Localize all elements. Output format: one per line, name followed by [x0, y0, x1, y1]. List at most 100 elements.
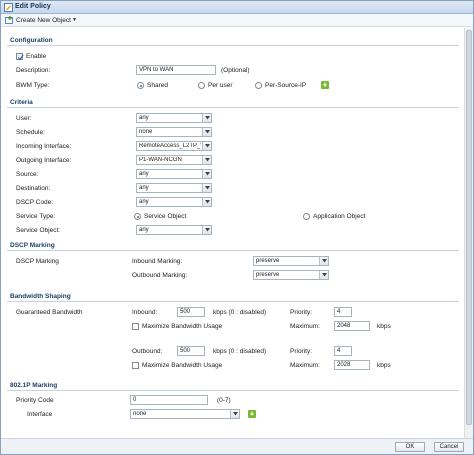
section-criteria-title: Criteria	[10, 99, 33, 106]
chevron-down-icon	[202, 170, 211, 178]
guaranteed-bandwidth-label: Guaranteed Bandwidth	[16, 309, 83, 316]
ok-button[interactable]: OK	[395, 442, 425, 452]
dscp-code-select[interactable]: any	[136, 197, 212, 207]
inbound-maximum-unit: kbps	[377, 323, 391, 330]
priority-code-label: Priority Code	[16, 397, 54, 404]
user-select[interactable]: any	[136, 113, 212, 123]
source-select[interactable]: any	[136, 169, 212, 179]
check-icon	[17, 54, 24, 61]
bwm-shared-radio[interactable]	[137, 82, 144, 89]
chevron-down-icon	[202, 184, 211, 192]
chevron-down-icon	[202, 156, 211, 164]
inbound-marking-label: Inbound Marking:	[132, 258, 183, 265]
priority-code-input[interactable]: 0	[130, 395, 208, 405]
section-criteria: Criteria	[7, 98, 459, 108]
inbound-maximize-label: Maximize Bandwidth Usage	[142, 323, 223, 330]
inbound-priority-label: Priority:	[290, 309, 313, 316]
inbound-bandwidth-input[interactable]: 500	[177, 307, 205, 317]
enable-checkbox[interactable]	[16, 53, 24, 61]
chevron-down-icon	[202, 142, 211, 150]
application-object-radio-label: Application Object	[313, 213, 366, 220]
create-dropdown-chevron-icon[interactable]: ▼	[72, 17, 77, 23]
outbound-maximum-unit: kbps	[377, 362, 391, 369]
incoming-interface-select[interactable]: RemoteAccess_L2TP_W	[136, 141, 212, 151]
service-type-label: Service Type:	[16, 213, 56, 220]
dot1p-interface-select[interactable]: none	[130, 409, 240, 419]
incoming-interface-label: Incoming Interface:	[16, 143, 72, 150]
destination-label: Destination:	[16, 185, 51, 192]
dot1p-interface-label: Interface	[27, 411, 53, 418]
dscp-code-label: DSCP Code:	[16, 199, 54, 206]
title-bar: Edit Policy	[1, 1, 473, 14]
outbound-maximize-checkbox[interactable]	[132, 362, 139, 369]
schedule-label: Schedule:	[16, 129, 45, 136]
application-object-radio[interactable]	[303, 213, 310, 220]
dialog-footer: OK Cancel	[1, 438, 473, 454]
outbound-priority-input[interactable]: 4	[334, 346, 352, 356]
service-object-radio[interactable]	[134, 213, 141, 220]
section-bandwidth-shaping: Bandwidth Shaping	[7, 292, 459, 302]
chevron-down-icon	[202, 198, 211, 206]
outbound-bandwidth-input[interactable]: 500	[177, 346, 205, 356]
cancel-button[interactable]: Cancel	[434, 442, 464, 452]
toolbar: Create New Object ▼	[1, 14, 473, 27]
chevron-down-icon	[202, 128, 211, 136]
outgoing-interface-label: Outgoing Interface:	[16, 157, 72, 164]
inbound-maximize-checkbox[interactable]	[132, 323, 139, 330]
inbound-maximum-label: Maximum:	[290, 323, 320, 330]
chevron-down-icon	[230, 410, 239, 418]
vertical-scrollbar[interactable]	[464, 28, 473, 438]
schedule-select[interactable]: none	[136, 127, 212, 137]
window-title: Edit Policy	[15, 3, 51, 10]
section-8021p-marking: 802.1P Marking	[7, 381, 459, 391]
bwm-info-icon[interactable]	[321, 81, 329, 89]
inbound-marking-select[interactable]: preserve	[253, 256, 329, 266]
service-object-radio-label: Service Object	[144, 213, 187, 220]
outbound-maximize-label: Maximize Bandwidth Usage	[142, 362, 223, 369]
section-dscp-marking: DSCP Marking	[7, 241, 459, 251]
inbound-unit-label: kbps (0 : disabled)	[213, 309, 267, 316]
outbound-priority-label: Priority:	[290, 348, 313, 355]
bwm-per-source-ip-radio[interactable]	[255, 82, 262, 89]
source-label: Source:	[16, 171, 39, 178]
bwm-type-label: BWM Type:	[16, 82, 50, 89]
destination-select[interactable]: any	[136, 183, 212, 193]
bwm-per-source-ip-label: Per-Source-IP	[265, 82, 307, 89]
description-input[interactable]: VPN to WAN	[136, 65, 216, 75]
create-new-object-button[interactable]: Create New Object	[16, 17, 71, 24]
section-8021p-marking-title: 802.1P Marking	[10, 382, 58, 389]
dscp-marking-row-label: DSCP Marking	[16, 258, 59, 265]
outbound-bandwidth-label: Outbound:	[132, 348, 163, 355]
enable-label: Enable	[26, 53, 47, 60]
section-dscp-marking-title: DSCP Marking	[10, 242, 55, 249]
chevron-down-icon	[319, 271, 328, 279]
priority-code-range: (0-7)	[217, 397, 231, 404]
edit-policy-window: Edit Policy Create New Object ▼ Configur…	[0, 0, 474, 455]
description-hint: (Optional)	[221, 67, 250, 74]
user-label: User:	[16, 115, 32, 122]
scrollbar-thumb[interactable]	[466, 30, 472, 425]
inbound-bandwidth-label: Inbound:	[132, 309, 158, 316]
inbound-maximum-input[interactable]: 2048	[334, 321, 370, 331]
bwm-per-user-label: Per user	[208, 82, 233, 89]
outbound-marking-select[interactable]: preserve	[253, 270, 329, 280]
outbound-maximum-input[interactable]: 2028	[334, 360, 370, 370]
outgoing-interface-select[interactable]: P1-WAN-NCGN	[136, 155, 212, 165]
bwm-shared-label: Shared	[147, 82, 168, 89]
form-content: Configuration Enable Description: VPN to…	[1, 28, 463, 438]
inbound-priority-input[interactable]: 4	[334, 307, 352, 317]
chevron-down-icon	[319, 257, 328, 265]
outbound-unit-label: kbps (0 : disabled)	[213, 348, 267, 355]
section-bandwidth-shaping-title: Bandwidth Shaping	[10, 293, 71, 300]
section-configuration: Configuration	[7, 36, 459, 46]
chevron-down-icon	[202, 226, 211, 234]
chevron-down-icon	[202, 114, 211, 122]
description-label: Description:	[16, 67, 51, 74]
dot1p-interface-info-icon[interactable]	[248, 410, 256, 418]
bwm-per-user-radio[interactable]	[198, 82, 205, 89]
outbound-maximum-label: Maximum:	[290, 362, 320, 369]
section-configuration-title: Configuration	[10, 37, 53, 44]
outbound-marking-label: Outbound Marking:	[132, 272, 188, 279]
create-object-icon	[5, 16, 13, 24]
service-object-select[interactable]: any	[136, 225, 212, 235]
